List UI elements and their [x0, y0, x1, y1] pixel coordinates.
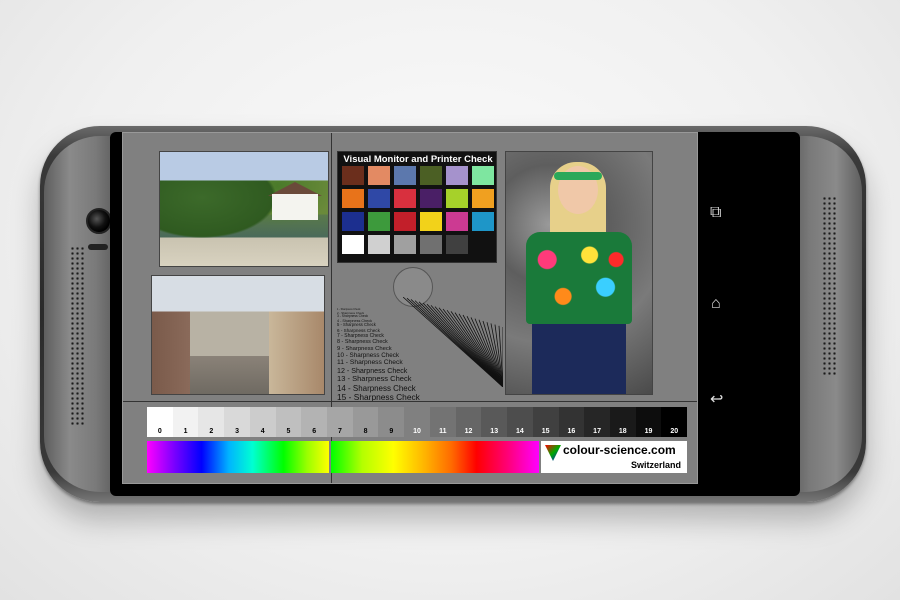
gray-step-label: 18 [618, 428, 627, 435]
house [272, 194, 318, 220]
color-swatch [472, 166, 494, 185]
sharpness-item: 13 - Sharpness Check [337, 374, 412, 384]
color-swatch [420, 166, 442, 185]
gray-step-label: 6 [312, 428, 317, 435]
gray-step: 13 [481, 407, 508, 437]
color-swatch [342, 235, 364, 254]
gray-step: 15 [532, 407, 559, 437]
gray-step: 12 [455, 407, 482, 437]
gray-step-label: 10 [413, 428, 421, 435]
gray-step: 0 [147, 407, 173, 437]
gray-step: 3 [224, 407, 250, 437]
gray-step: 8 [352, 407, 379, 437]
gray-step-label: 4 [260, 428, 265, 435]
gray-step-label: 7 [337, 428, 342, 435]
color-swatch [368, 166, 390, 185]
gray-step: 4 [249, 407, 276, 437]
gray-step-label: 2 [209, 428, 214, 435]
color-swatch [368, 212, 390, 231]
color-swatch-grid [342, 166, 494, 254]
gray-step: 17 [584, 407, 610, 437]
gray-step-label: 13 [490, 428, 499, 435]
recent-apps-icon[interactable]: ⧉ [710, 205, 721, 221]
color-swatch [342, 166, 364, 185]
gray-step-label: 5 [286, 428, 291, 435]
gray-step-label: 9 [389, 428, 394, 435]
village-photo [159, 151, 329, 267]
gray-step-label: 11 [439, 428, 447, 435]
gray-step: 5 [275, 407, 302, 437]
color-swatch [342, 189, 364, 208]
color-swatch [446, 235, 468, 254]
gray-step: 14 [507, 407, 533, 437]
color-swatch [420, 235, 442, 254]
portrait-floral-shirt [526, 232, 632, 324]
logo-country: Switzerland [630, 460, 681, 470]
gray-step-label: 8 [363, 428, 368, 435]
gray-step-label: 16 [567, 428, 576, 435]
spectrum-bar-right [331, 441, 539, 473]
back-icon[interactable]: ↩ [710, 392, 723, 408]
portrait-photo [505, 151, 653, 395]
gray-step: 20 [661, 407, 688, 437]
color-swatch [368, 235, 390, 254]
portrait-pants [532, 324, 626, 394]
color-swatch [394, 235, 416, 254]
color-swatch [342, 212, 364, 231]
gray-step: 2 [198, 407, 225, 437]
logo-name: colour-science.com [563, 443, 676, 457]
gray-scale-bar: 0 1 2 3 4 5 6 7 8 9 10 11 12 13 14 15 16 17 18 19 20 [147, 407, 688, 437]
logo-triangle-icon [545, 445, 561, 461]
gray-step-label: 17 [593, 428, 601, 435]
colour-science-logo: colour-science.com Switzerland [541, 441, 687, 473]
check-title: Visual Monitor and Printer Check [343, 154, 493, 165]
gray-step-label: 19 [644, 428, 653, 435]
spectrum-bar-left [147, 441, 329, 473]
street-photo [151, 275, 325, 395]
proximity-sensor [88, 244, 108, 250]
home-icon[interactable]: ⌂ [711, 296, 721, 312]
front-camera-icon [86, 208, 112, 234]
crosshair-horizontal [123, 401, 697, 402]
color-swatch [446, 212, 468, 231]
gray-step-label: 15 [541, 428, 550, 435]
color-swatch [394, 166, 416, 185]
color-swatch [420, 212, 442, 231]
color-swatch [446, 166, 468, 185]
gray-step: 6 [301, 407, 328, 437]
gray-step: 10 [404, 407, 430, 437]
gray-step-label: 1 [183, 428, 188, 435]
gray-step: 7 [327, 407, 353, 437]
gray-step-label: 12 [464, 428, 473, 435]
gray-step-label: 3 [235, 428, 239, 435]
color-swatch [394, 212, 416, 231]
gray-step: 16 [558, 407, 585, 437]
sharpness-item: 11 - Sharpness Check [337, 359, 403, 367]
color-swatch [446, 189, 468, 208]
color-swatch [472, 212, 494, 231]
sharpness-item: 9 - Sharpness Check [337, 345, 392, 352]
gray-step: 9 [378, 407, 405, 437]
gray-step-label: 0 [157, 428, 162, 435]
sharpness-list: 1 - Sharpness Check 2 - Sharpness Check 3 … [337, 308, 457, 403]
left-speaker-grille [70, 246, 86, 426]
gray-step: 11 [429, 407, 456, 437]
sharpness-area: 1 - Sharpness Check 2 - Sharpness Check 3 … [331, 267, 503, 402]
color-check-panel: Visual Monitor and Printer Check [337, 151, 497, 263]
gray-step: 18 [609, 407, 636, 437]
gray-step: 1 [172, 407, 199, 437]
gray-step-label: 20 [670, 428, 679, 435]
right-speaker-grille [822, 196, 838, 376]
color-swatch [472, 189, 494, 208]
gray-step-label: 14 [516, 428, 524, 435]
color-swatch [394, 189, 416, 208]
color-swatch [420, 189, 442, 208]
color-swatch [368, 189, 390, 208]
gray-step: 19 [635, 407, 662, 437]
color-swatch [472, 235, 494, 254]
portrait-headband [554, 172, 602, 180]
sharpness-item: 10 - Sharpness Check [337, 352, 399, 360]
test-chart-screen: Visual Monitor and Printer Check 1 - Sha… [122, 132, 698, 484]
